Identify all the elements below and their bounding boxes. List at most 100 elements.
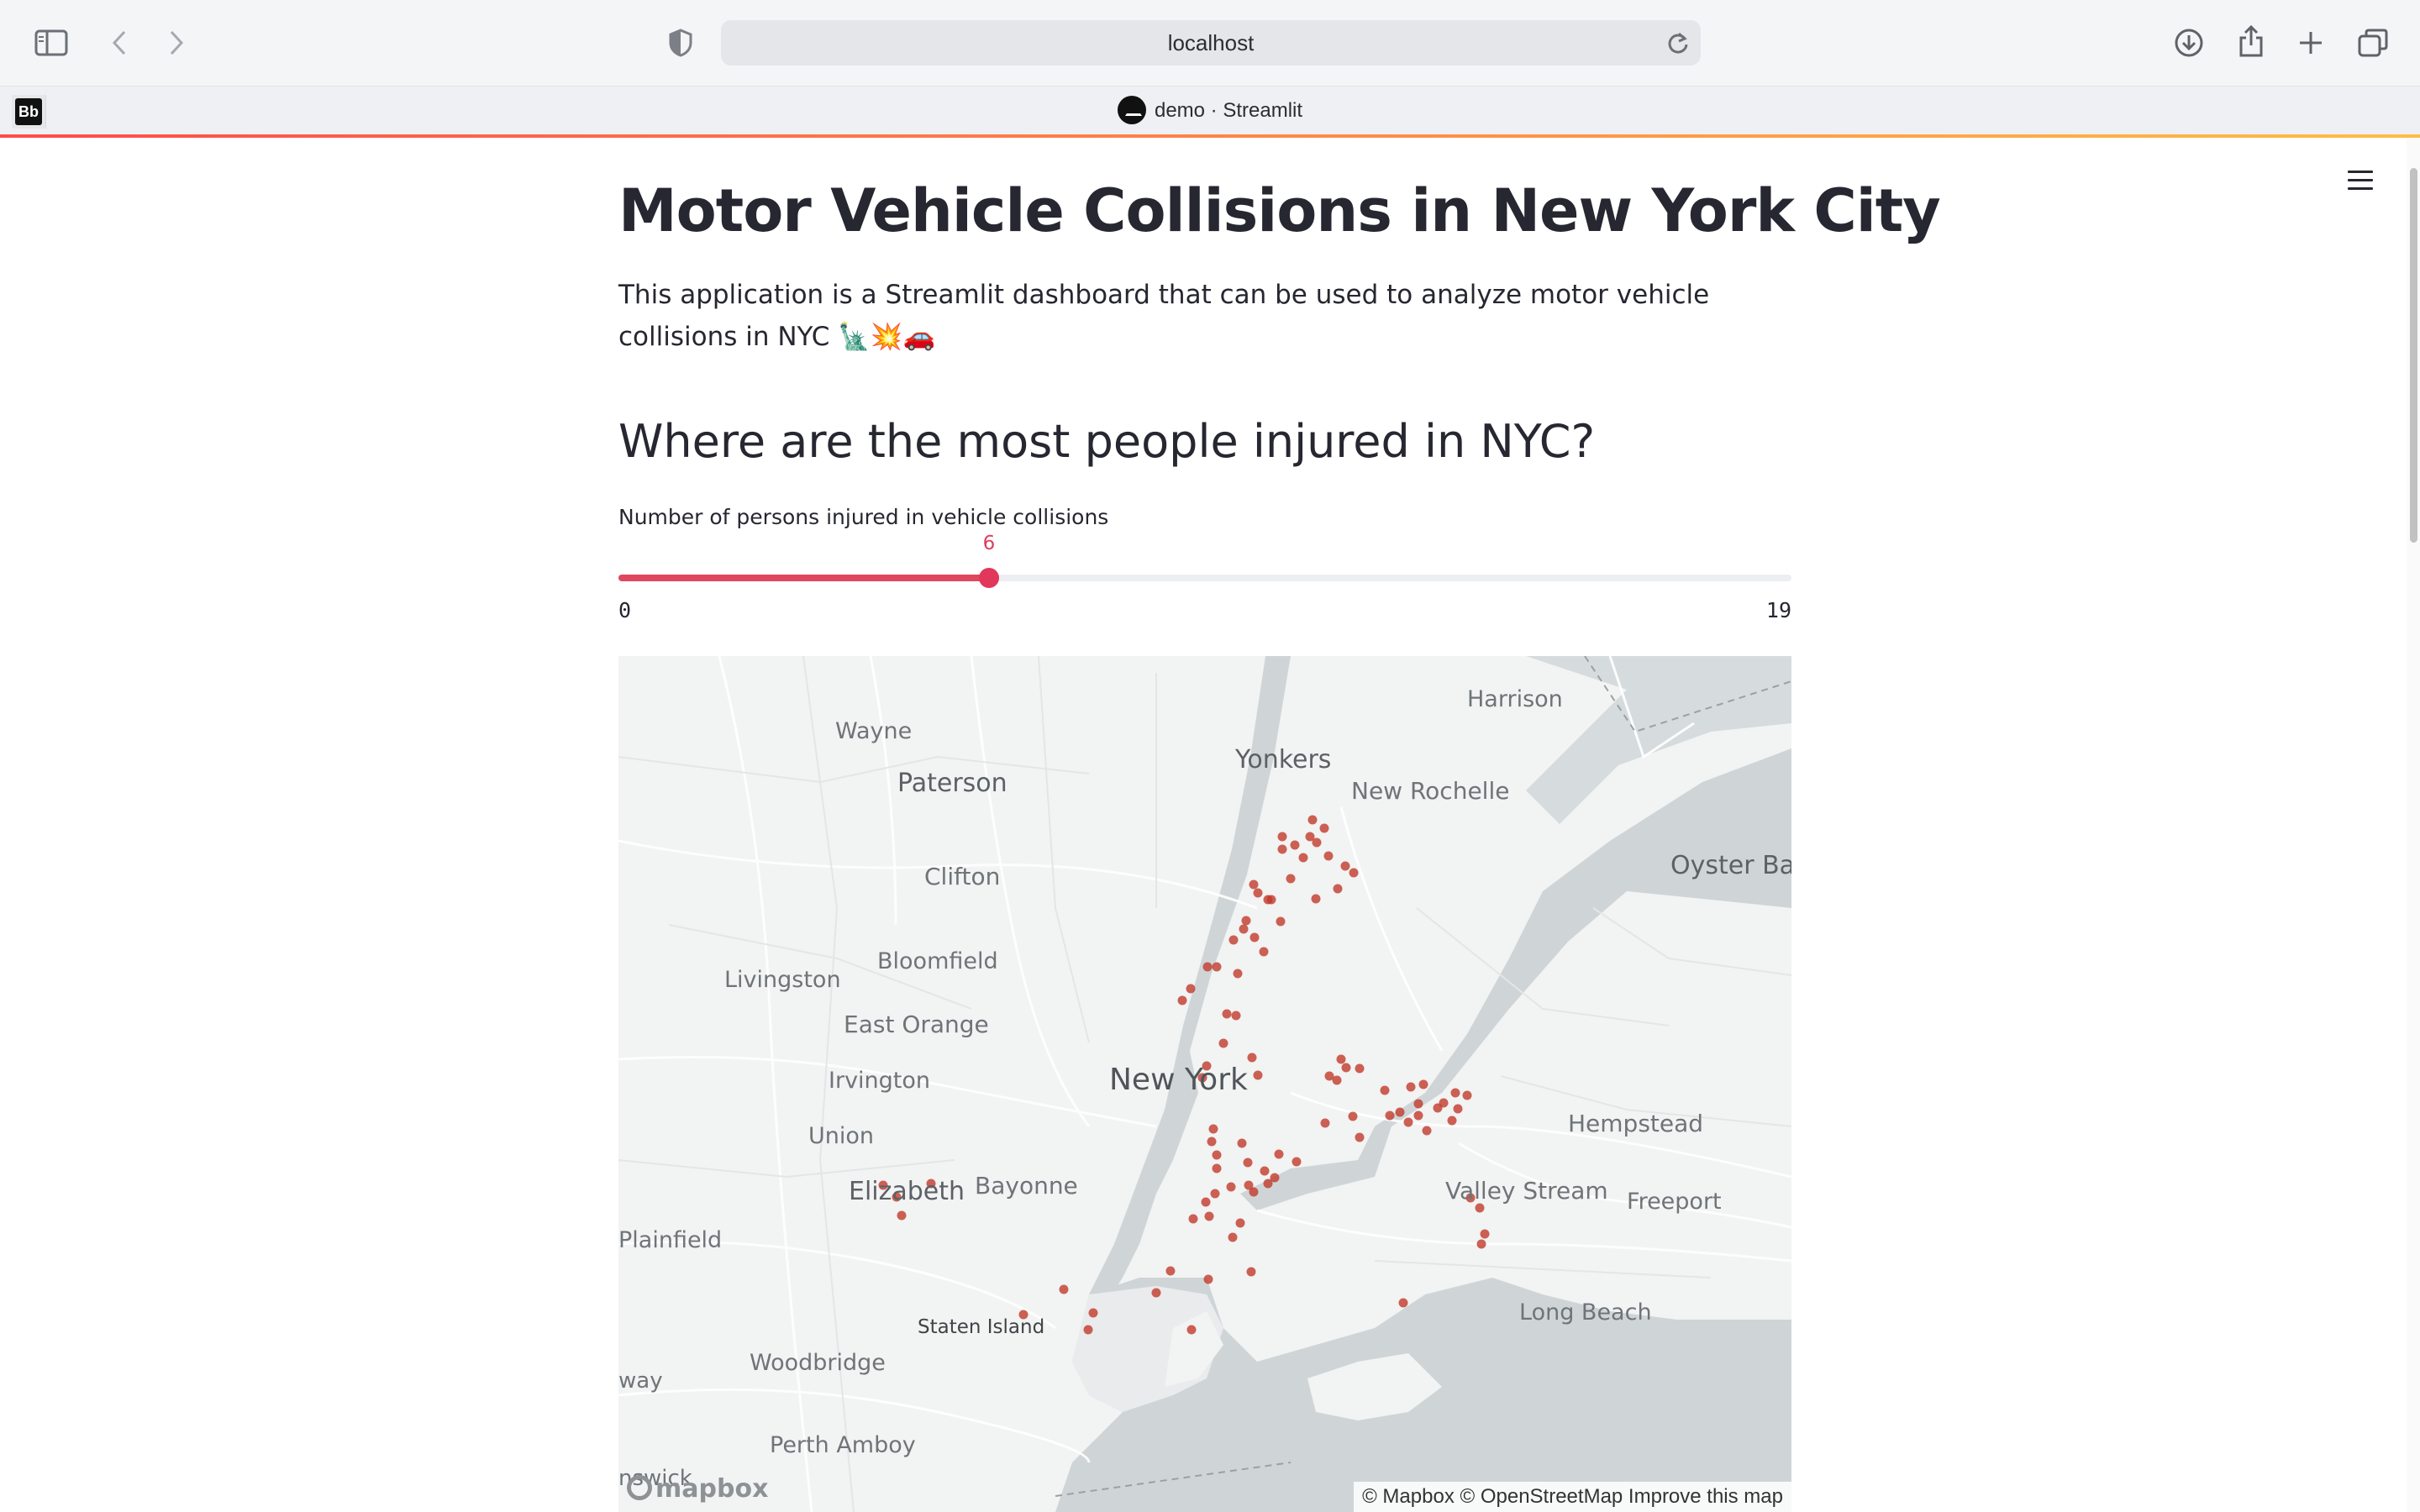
privacy-shield-icon[interactable] xyxy=(666,25,696,60)
collision-point[interactable] xyxy=(1480,1229,1490,1239)
collision-point[interactable] xyxy=(1277,832,1287,842)
collision-point[interactable] xyxy=(1333,884,1343,894)
mapbox-logo[interactable]: mapbox xyxy=(627,1474,768,1504)
collision-point[interactable] xyxy=(1398,1298,1408,1308)
collision-point[interactable] xyxy=(1422,1126,1432,1136)
collision-point[interactable] xyxy=(1305,832,1315,842)
collision-point[interactable] xyxy=(1263,1179,1273,1189)
collision-point[interactable] xyxy=(1059,1284,1069,1294)
collision-point[interactable] xyxy=(1204,1211,1214,1221)
collision-point[interactable] xyxy=(1406,1082,1416,1092)
collision-point[interactable] xyxy=(1253,1070,1263,1080)
collision-point[interactable] xyxy=(897,1210,907,1221)
address-bar[interactable]: localhost xyxy=(721,20,1701,66)
collision-point[interactable] xyxy=(1266,895,1276,905)
collision-point[interactable] xyxy=(1475,1203,1485,1213)
collision-point[interactable] xyxy=(1231,1011,1241,1021)
collision-point[interactable] xyxy=(1228,935,1239,945)
collision-point[interactable] xyxy=(1210,1189,1220,1199)
main-menu-icon[interactable] xyxy=(2348,171,2373,192)
scrollbar-thumb[interactable] xyxy=(2410,168,2417,543)
collision-point[interactable] xyxy=(1324,1071,1334,1081)
collision-point[interactable] xyxy=(1260,1166,1270,1176)
collision-point[interactable] xyxy=(1380,1085,1390,1095)
collision-point[interactable] xyxy=(1450,1088,1460,1098)
collision-point[interactable] xyxy=(1249,932,1260,942)
collision-point[interactable] xyxy=(1165,1266,1176,1276)
collision-point[interactable] xyxy=(1259,947,1269,957)
collision-point[interactable] xyxy=(1395,1107,1405,1117)
collision-point[interactable] xyxy=(1340,861,1350,871)
collision-point[interactable] xyxy=(1212,962,1222,972)
collision-point[interactable] xyxy=(1241,916,1251,926)
collision-point[interactable] xyxy=(1212,1163,1222,1173)
collision-point[interactable] xyxy=(1418,1079,1428,1089)
collision-point[interactable] xyxy=(1247,1053,1257,1063)
collision-point[interactable] xyxy=(1413,1110,1423,1121)
collision-point[interactable] xyxy=(1188,1214,1198,1224)
tab-overview-icon[interactable] xyxy=(2354,25,2391,60)
collision-point[interactable] xyxy=(1276,916,1286,927)
collision-point[interactable] xyxy=(1246,1267,1256,1277)
collision-point[interactable] xyxy=(1385,1110,1395,1121)
collision-point[interactable] xyxy=(1348,1111,1358,1121)
collision-point[interactable] xyxy=(1453,1104,1463,1114)
active-tab[interactable]: demo · Streamlit xyxy=(0,86,2420,136)
sidebar-toggle-icon[interactable] xyxy=(34,25,69,60)
share-icon[interactable] xyxy=(2233,22,2269,60)
back-icon[interactable] xyxy=(104,25,134,60)
collision-point[interactable] xyxy=(1349,868,1359,878)
collision-point[interactable] xyxy=(1233,969,1243,979)
collision-point[interactable] xyxy=(1203,1274,1213,1284)
download-icon[interactable] xyxy=(2171,25,2207,60)
map-attribution[interactable]: © Mapbox © OpenStreetMap Improve this ma… xyxy=(1354,1482,1791,1512)
collision-point[interactable] xyxy=(1290,840,1300,850)
collision-point[interactable] xyxy=(1323,851,1334,861)
collision-point[interactable] xyxy=(1244,1180,1254,1190)
collision-point[interactable] xyxy=(1228,1232,1238,1242)
collision-point[interactable] xyxy=(1226,1182,1236,1192)
collision-point[interactable] xyxy=(1235,1218,1245,1228)
collision-point[interactable] xyxy=(1186,984,1196,994)
collision-point[interactable] xyxy=(1355,1063,1365,1074)
slider-thumb[interactable] xyxy=(979,568,999,588)
new-tab-icon[interactable] xyxy=(2294,25,2328,60)
collision-point[interactable] xyxy=(1222,1009,1232,1019)
collision-point[interactable] xyxy=(1336,1054,1346,1064)
collision-point[interactable] xyxy=(1462,1090,1472,1100)
collision-point[interactable] xyxy=(1249,879,1259,890)
collision-point[interactable] xyxy=(1177,995,1187,1005)
collision-point[interactable] xyxy=(1307,815,1318,825)
collision-point[interactable] xyxy=(1212,1150,1222,1160)
collision-point[interactable] xyxy=(1243,1158,1253,1168)
collision-point[interactable] xyxy=(1355,1132,1365,1142)
collision-point[interactable] xyxy=(1286,874,1296,884)
collision-point[interactable] xyxy=(1311,894,1321,904)
collision-point[interactable] xyxy=(1274,1149,1284,1159)
collision-point[interactable] xyxy=(1277,844,1287,854)
forward-icon[interactable] xyxy=(161,25,192,60)
collision-point[interactable] xyxy=(1292,1157,1302,1167)
collision-point[interactable] xyxy=(1237,1138,1247,1148)
collision-point[interactable] xyxy=(1208,1124,1218,1134)
collision-point[interactable] xyxy=(1083,1325,1093,1335)
collision-point[interactable] xyxy=(1447,1116,1457,1126)
collision-point[interactable] xyxy=(1298,853,1308,863)
collision-point[interactable] xyxy=(1201,1197,1211,1207)
collision-point[interactable] xyxy=(1202,962,1213,972)
reload-icon[interactable] xyxy=(1667,31,1689,59)
collision-point[interactable] xyxy=(1151,1288,1161,1298)
collision-point[interactable] xyxy=(1253,888,1263,898)
injured-slider[interactable] xyxy=(618,568,1791,588)
collision-point[interactable] xyxy=(1088,1308,1098,1318)
collision-point[interactable] xyxy=(1239,924,1249,934)
collision-point[interactable] xyxy=(1320,1118,1330,1128)
collision-point[interactable] xyxy=(1218,1038,1228,1048)
collision-map[interactable]: Harrison Wayne Yonkers Paterson New Roch… xyxy=(618,656,1791,1512)
collision-point[interactable] xyxy=(1403,1117,1413,1127)
collision-point[interactable] xyxy=(1413,1099,1423,1109)
collision-point[interactable] xyxy=(1319,823,1329,833)
collision-point[interactable] xyxy=(1341,1063,1351,1073)
collision-point[interactable] xyxy=(1476,1239,1486,1249)
collision-point[interactable] xyxy=(1186,1325,1197,1335)
